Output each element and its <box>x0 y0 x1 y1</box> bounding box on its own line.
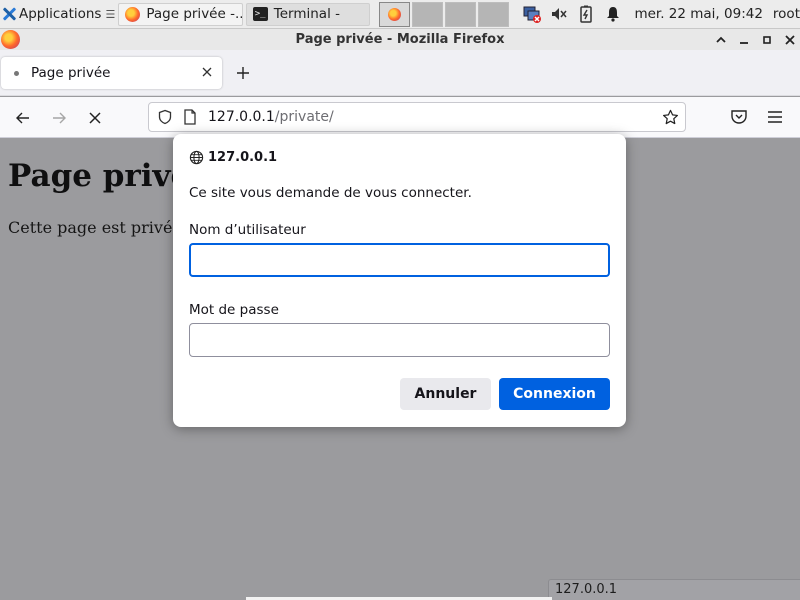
applications-menu-button[interactable]: Applications ☰ <box>0 0 117 29</box>
url-bar[interactable]: 127.0.0.1/private/ <box>148 102 686 132</box>
battery-charging-icon[interactable] <box>577 5 595 23</box>
system-tray <box>523 5 622 23</box>
window-minimize-button[interactable] <box>737 33 750 46</box>
url-text[interactable]: 127.0.0.1/private/ <box>208 109 334 125</box>
back-button[interactable] <box>10 105 36 131</box>
navigation-toolbar: 127.0.0.1/private/ <box>0 97 800 138</box>
status-panel: 127.0.0.1 <box>548 579 800 600</box>
window-collapse-button[interactable] <box>714 33 727 46</box>
username-field[interactable] <box>189 243 610 277</box>
pocket-icon[interactable] <box>729 107 749 127</box>
taskbar-item-label: Terminal - <box>273 6 340 22</box>
menu-separator-icon: ☰ <box>105 7 116 21</box>
forward-arrow-icon <box>53 112 66 124</box>
workspace-4[interactable] <box>478 1 510 27</box>
firefox-icon <box>125 6 141 22</box>
sign-in-button[interactable]: Connexion <box>499 378 610 410</box>
window-close-button[interactable] <box>783 33 796 46</box>
hamburger-menu-icon[interactable] <box>765 107 785 127</box>
firefox-icon <box>1 30 20 49</box>
password-field[interactable] <box>189 323 610 357</box>
network-disconnected-icon[interactable] <box>523 5 542 23</box>
xfce-logo-icon <box>2 7 16 21</box>
dialog-origin: 127.0.0.1 <box>189 150 277 165</box>
url-host: 127.0.0.1 <box>208 109 275 125</box>
applications-label: Applications <box>19 6 102 22</box>
notification-bell-icon[interactable] <box>604 5 622 23</box>
tab-loading-icon <box>14 70 19 76</box>
top-panel: Applications ☰ Page privée -... >_ Termi… <box>0 0 800 29</box>
dialog-message: Ce site vous demande de vous connecter. <box>189 185 472 201</box>
password-label: Mot de passe <box>189 302 279 318</box>
stop-loading-button[interactable] <box>82 105 108 131</box>
volume-muted-icon[interactable] <box>550 5 568 23</box>
globe-icon <box>189 150 204 165</box>
terminal-icon: >_ <box>252 7 268 21</box>
tracking-protection-shield-icon[interactable] <box>157 109 173 125</box>
panel-clock[interactable]: mer. 22 mai, 09:42 <box>634 6 762 22</box>
taskbar-item-terminal[interactable]: >_ Terminal - <box>245 2 371 26</box>
workspace-3[interactable] <box>445 1 477 27</box>
tab-close-icon[interactable] <box>202 65 212 81</box>
taskbar-item-label: Page privée -... <box>146 6 243 22</box>
tab-strip: Page privée <box>0 50 800 96</box>
cancel-button[interactable]: Annuler <box>400 378 491 410</box>
panel-user[interactable]: root <box>773 6 800 22</box>
workspace-2[interactable] <box>412 1 444 27</box>
window-controls <box>714 29 796 50</box>
bookmark-star-icon[interactable] <box>662 109 679 126</box>
taskbar-item-firefox[interactable]: Page privée -... <box>118 2 243 26</box>
page-paragraph: Cette page est privée. <box>8 218 187 237</box>
window-titlebar[interactable]: Page privée - Mozilla Firefox <box>0 29 800 50</box>
window-maximize-button[interactable] <box>760 33 773 46</box>
tab-title: Page privée <box>31 65 111 81</box>
stop-icon <box>89 112 101 124</box>
tab-page-privee[interactable]: Page privée <box>1 57 222 89</box>
workspace-1[interactable] <box>379 1 411 27</box>
auth-dialog: 127.0.0.1 Ce site vous demande de vous c… <box>173 134 626 427</box>
forward-button[interactable] <box>46 105 72 131</box>
firefox-icon <box>388 7 402 21</box>
new-tab-button[interactable] <box>232 64 254 86</box>
page-info-icon[interactable] <box>183 109 197 125</box>
dialog-origin-text: 127.0.0.1 <box>208 150 278 165</box>
back-arrow-icon <box>16 112 29 124</box>
url-path: /private/ <box>274 109 334 125</box>
window-title: Page privée - Mozilla Firefox <box>295 32 505 47</box>
username-label: Nom d’utilisateur <box>189 222 306 238</box>
